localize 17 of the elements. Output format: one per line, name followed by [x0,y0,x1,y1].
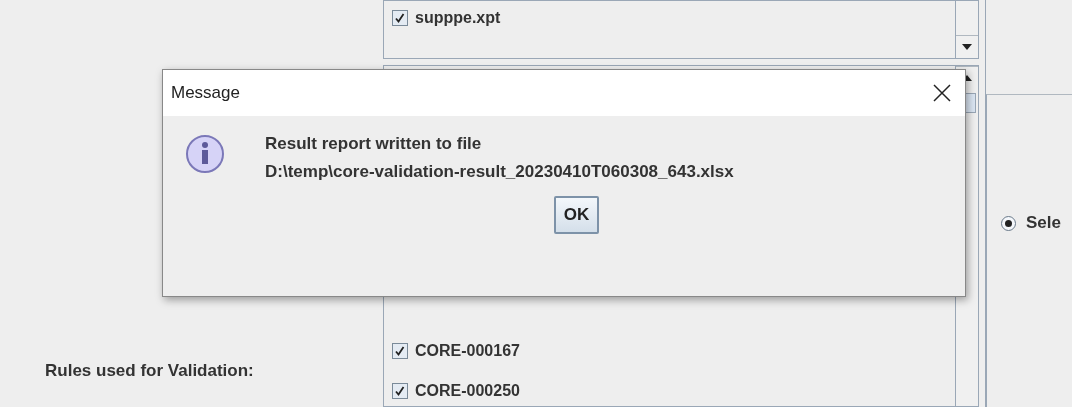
field-label: Rules used for Validation: [45,361,255,381]
checkbox[interactable] [392,383,408,399]
message-text: D:\temp\core-validation-result_20230410T060308_643.xlsx [265,162,734,182]
checkbox[interactable] [392,343,408,359]
info-icon [185,134,225,174]
radio-label: Sele [1026,213,1061,233]
list-item-label: CORE-000167 [415,342,520,360]
list-item-label: supppe.xpt [415,9,501,27]
close-icon[interactable] [933,84,951,102]
dialog-title: Message [171,83,240,103]
list-item-label: CORE-000250 [415,382,520,400]
down-arrow-icon[interactable] [962,44,972,50]
radio-button[interactable] [1001,215,1016,231]
checkbox[interactable] [392,10,408,26]
ok-button[interactable]: OK [553,196,600,234]
message-text: Result report written to file [265,134,483,154]
scrollbar[interactable] [955,1,978,58]
